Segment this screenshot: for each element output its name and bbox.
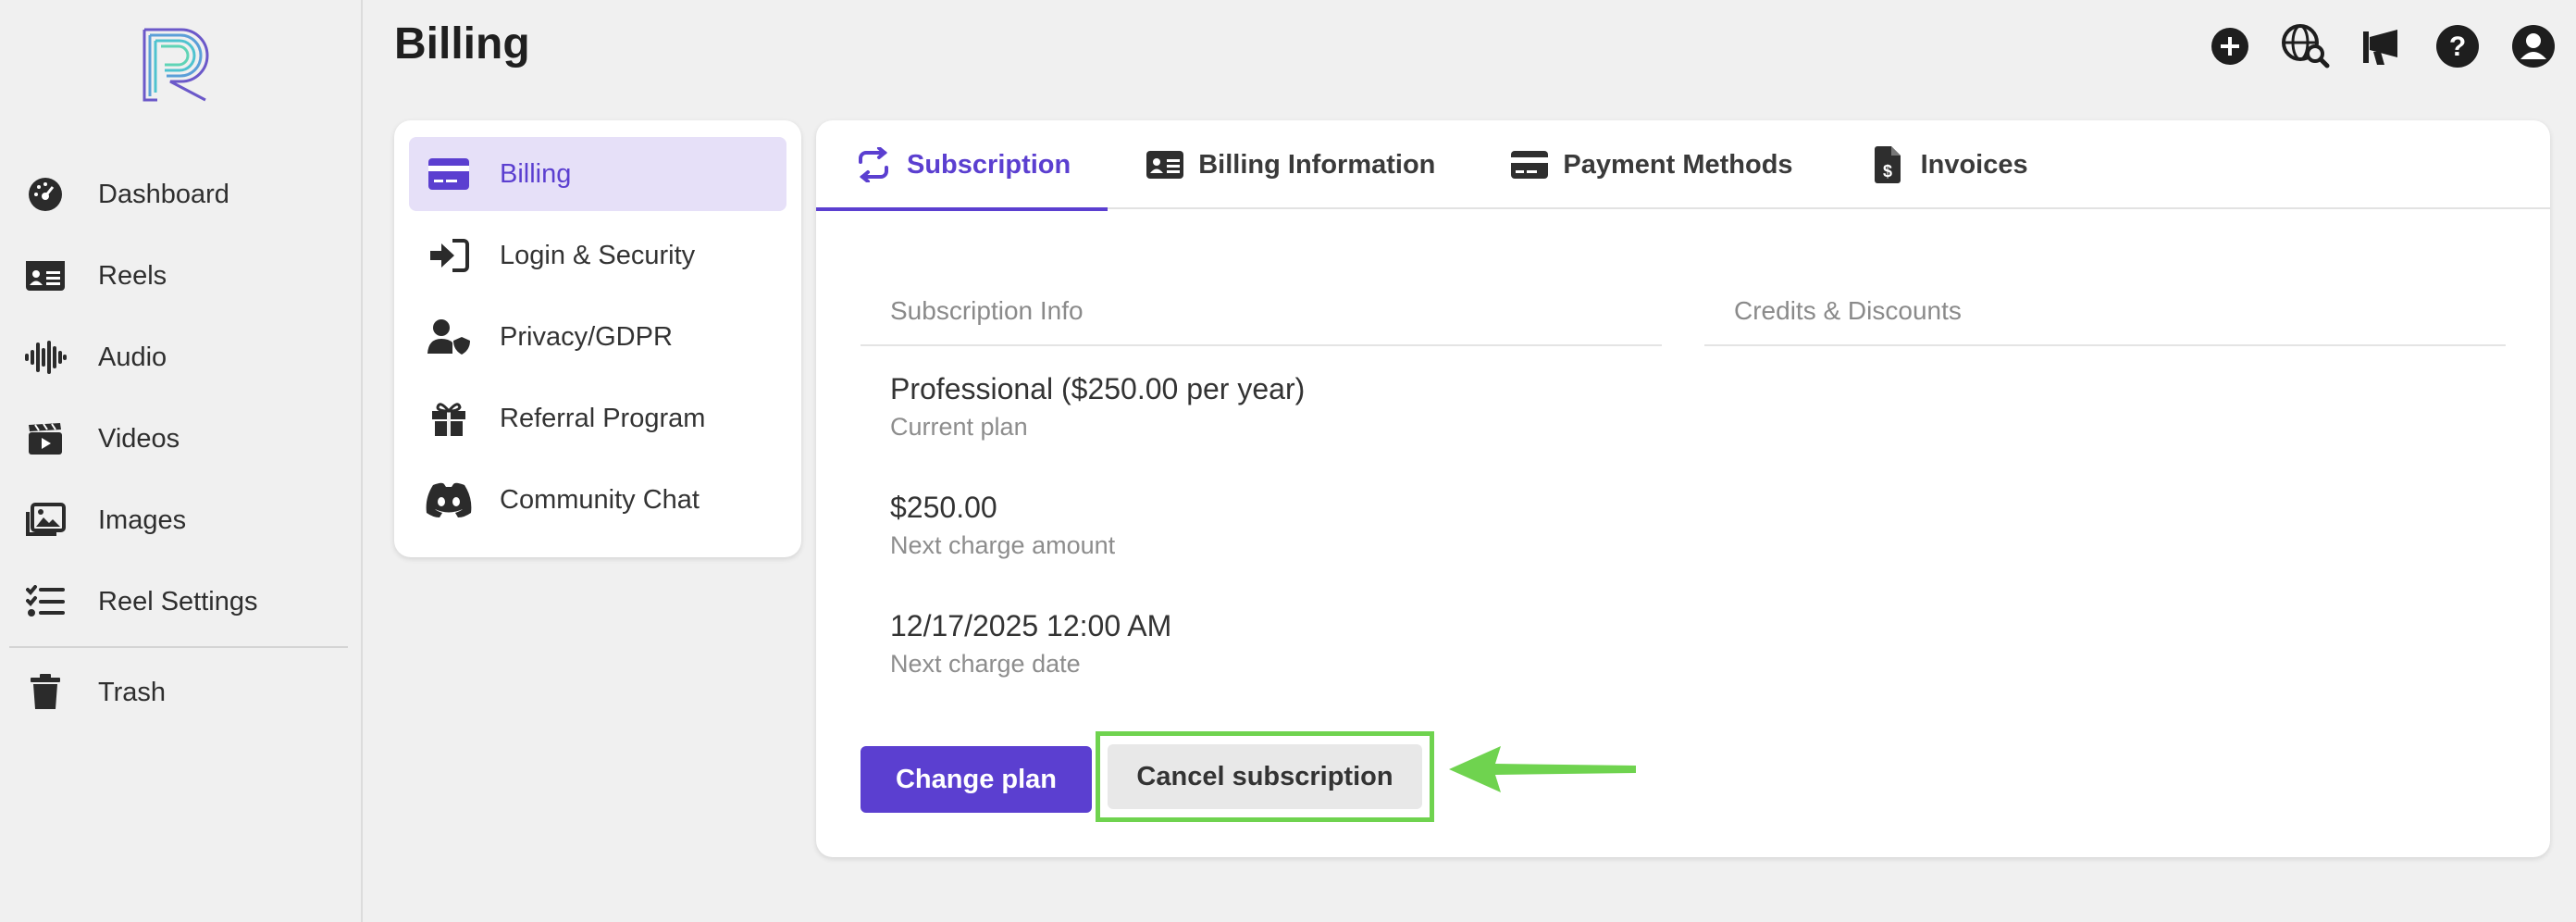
id-card-icon bbox=[22, 253, 68, 299]
sidebar-item-label: Images bbox=[98, 505, 187, 535]
settings-nav-label: Privacy/GDPR bbox=[500, 321, 673, 352]
settings-nav-item-privacy-gdpr[interactable]: Privacy/GDPR bbox=[409, 300, 786, 374]
settings-nav-item-login-security[interactable]: Login & Security bbox=[409, 218, 786, 293]
login-icon bbox=[422, 232, 476, 279]
sidebar-item-label: Reel Settings bbox=[98, 586, 258, 617]
images-icon bbox=[22, 497, 68, 543]
settings-nav-label: Referral Program bbox=[500, 403, 706, 433]
tab-subscription[interactable]: Subscription bbox=[816, 120, 1108, 211]
audio-waveform-icon bbox=[22, 334, 68, 380]
settings-nav-item-community-chat[interactable]: Community Chat bbox=[409, 463, 786, 537]
next-charge-date-value: 12/17/2025 12:00 AM bbox=[890, 609, 1172, 642]
sidebar-divider bbox=[9, 646, 348, 648]
current-plan-value: Professional ($250.00 per year) bbox=[890, 372, 1306, 405]
sidebar-item-label: Trash bbox=[98, 677, 167, 707]
app-logo[interactable] bbox=[139, 26, 213, 104]
tab-invoices[interactable]: $ Invoices bbox=[1830, 120, 2065, 209]
sidebar-item-label: Videos bbox=[98, 423, 180, 454]
gift-icon bbox=[422, 395, 476, 442]
settings-nav-item-referral-program[interactable]: Referral Program bbox=[409, 381, 786, 455]
user-shield-icon bbox=[422, 314, 476, 360]
sidebar-item-label: Dashboard bbox=[98, 179, 229, 209]
trash-icon bbox=[22, 669, 68, 716]
sidebar-item-reel-settings[interactable]: Reel Settings bbox=[0, 574, 363, 629]
credit-card-icon bbox=[422, 151, 476, 197]
top-toolbar: ? bbox=[2204, 20, 2559, 72]
add-icon[interactable] bbox=[2204, 20, 2256, 72]
address-card-icon bbox=[1145, 146, 1185, 183]
settings-nav-label: Billing bbox=[500, 158, 572, 189]
tab-label: Subscription bbox=[907, 149, 1071, 180]
account-icon[interactable] bbox=[2508, 20, 2559, 72]
discord-icon bbox=[422, 477, 476, 523]
subscription-info-heading: Subscription Info bbox=[861, 287, 1662, 346]
help-icon[interactable]: ? bbox=[2432, 20, 2483, 72]
megaphone-icon[interactable] bbox=[2356, 20, 2408, 72]
checklist-icon bbox=[22, 579, 68, 625]
billing-tabs: Subscription Billing Information Payment… bbox=[816, 120, 2550, 211]
tab-label: Invoices bbox=[1920, 149, 2028, 180]
tab-label: Payment Methods bbox=[1563, 149, 1793, 180]
next-charge-date-label: Next charge date bbox=[890, 650, 1081, 678]
refresh-arrows-icon bbox=[853, 146, 894, 183]
sidebar-item-videos[interactable]: Videos bbox=[0, 411, 363, 467]
next-charge-amount-label: Next charge amount bbox=[890, 531, 1116, 559]
sidebar-item-audio[interactable]: Audio bbox=[0, 330, 363, 385]
svg-text:?: ? bbox=[2449, 31, 2466, 62]
sidebar-item-label: Audio bbox=[98, 342, 167, 372]
cancel-highlight-box: Cancel subscription bbox=[1096, 731, 1434, 822]
next-charge-amount-value: $250.00 bbox=[890, 491, 997, 524]
change-plan-button[interactable]: Change plan bbox=[861, 746, 1092, 813]
cancel-subscription-button[interactable]: Cancel subscription bbox=[1108, 744, 1422, 809]
invoice-dollar-icon: $ bbox=[1867, 146, 1908, 183]
settings-nav-label: Login & Security bbox=[500, 240, 696, 270]
credits-discounts-heading: Credits & Discounts bbox=[1704, 287, 2506, 346]
dashboard-gauge-icon bbox=[22, 171, 68, 218]
sidebar-item-dashboard[interactable]: Dashboard bbox=[0, 167, 363, 222]
credit-card-icon bbox=[1509, 146, 1550, 183]
sidebar-item-images[interactable]: Images bbox=[0, 492, 363, 548]
tab-billing-information[interactable]: Billing Information bbox=[1108, 120, 1472, 209]
settings-nav-label: Community Chat bbox=[500, 484, 700, 515]
left-sidebar: Dashboard Reels Audio Videos Images Reel… bbox=[0, 0, 363, 922]
sidebar-item-reels[interactable]: Reels bbox=[0, 248, 363, 304]
settings-nav: Billing Login & Security Privacy/GDPR Re… bbox=[394, 120, 801, 557]
clapperboard-icon bbox=[22, 416, 68, 462]
billing-panel: Subscription Billing Information Payment… bbox=[816, 120, 2550, 857]
current-plan-label: Current plan bbox=[890, 413, 1028, 441]
sidebar-item-label: Reels bbox=[98, 260, 167, 291]
tab-payment-methods[interactable]: Payment Methods bbox=[1472, 120, 1829, 209]
page-title: Billing bbox=[394, 19, 530, 69]
tab-label: Billing Information bbox=[1198, 149, 1436, 180]
settings-nav-item-billing[interactable]: Billing bbox=[409, 137, 786, 211]
svg-text:$: $ bbox=[1883, 162, 1892, 181]
sidebar-item-trash[interactable]: Trash bbox=[0, 665, 363, 720]
pointer-arrow-icon bbox=[1449, 746, 1636, 792]
globe-search-icon[interactable] bbox=[2280, 20, 2332, 72]
